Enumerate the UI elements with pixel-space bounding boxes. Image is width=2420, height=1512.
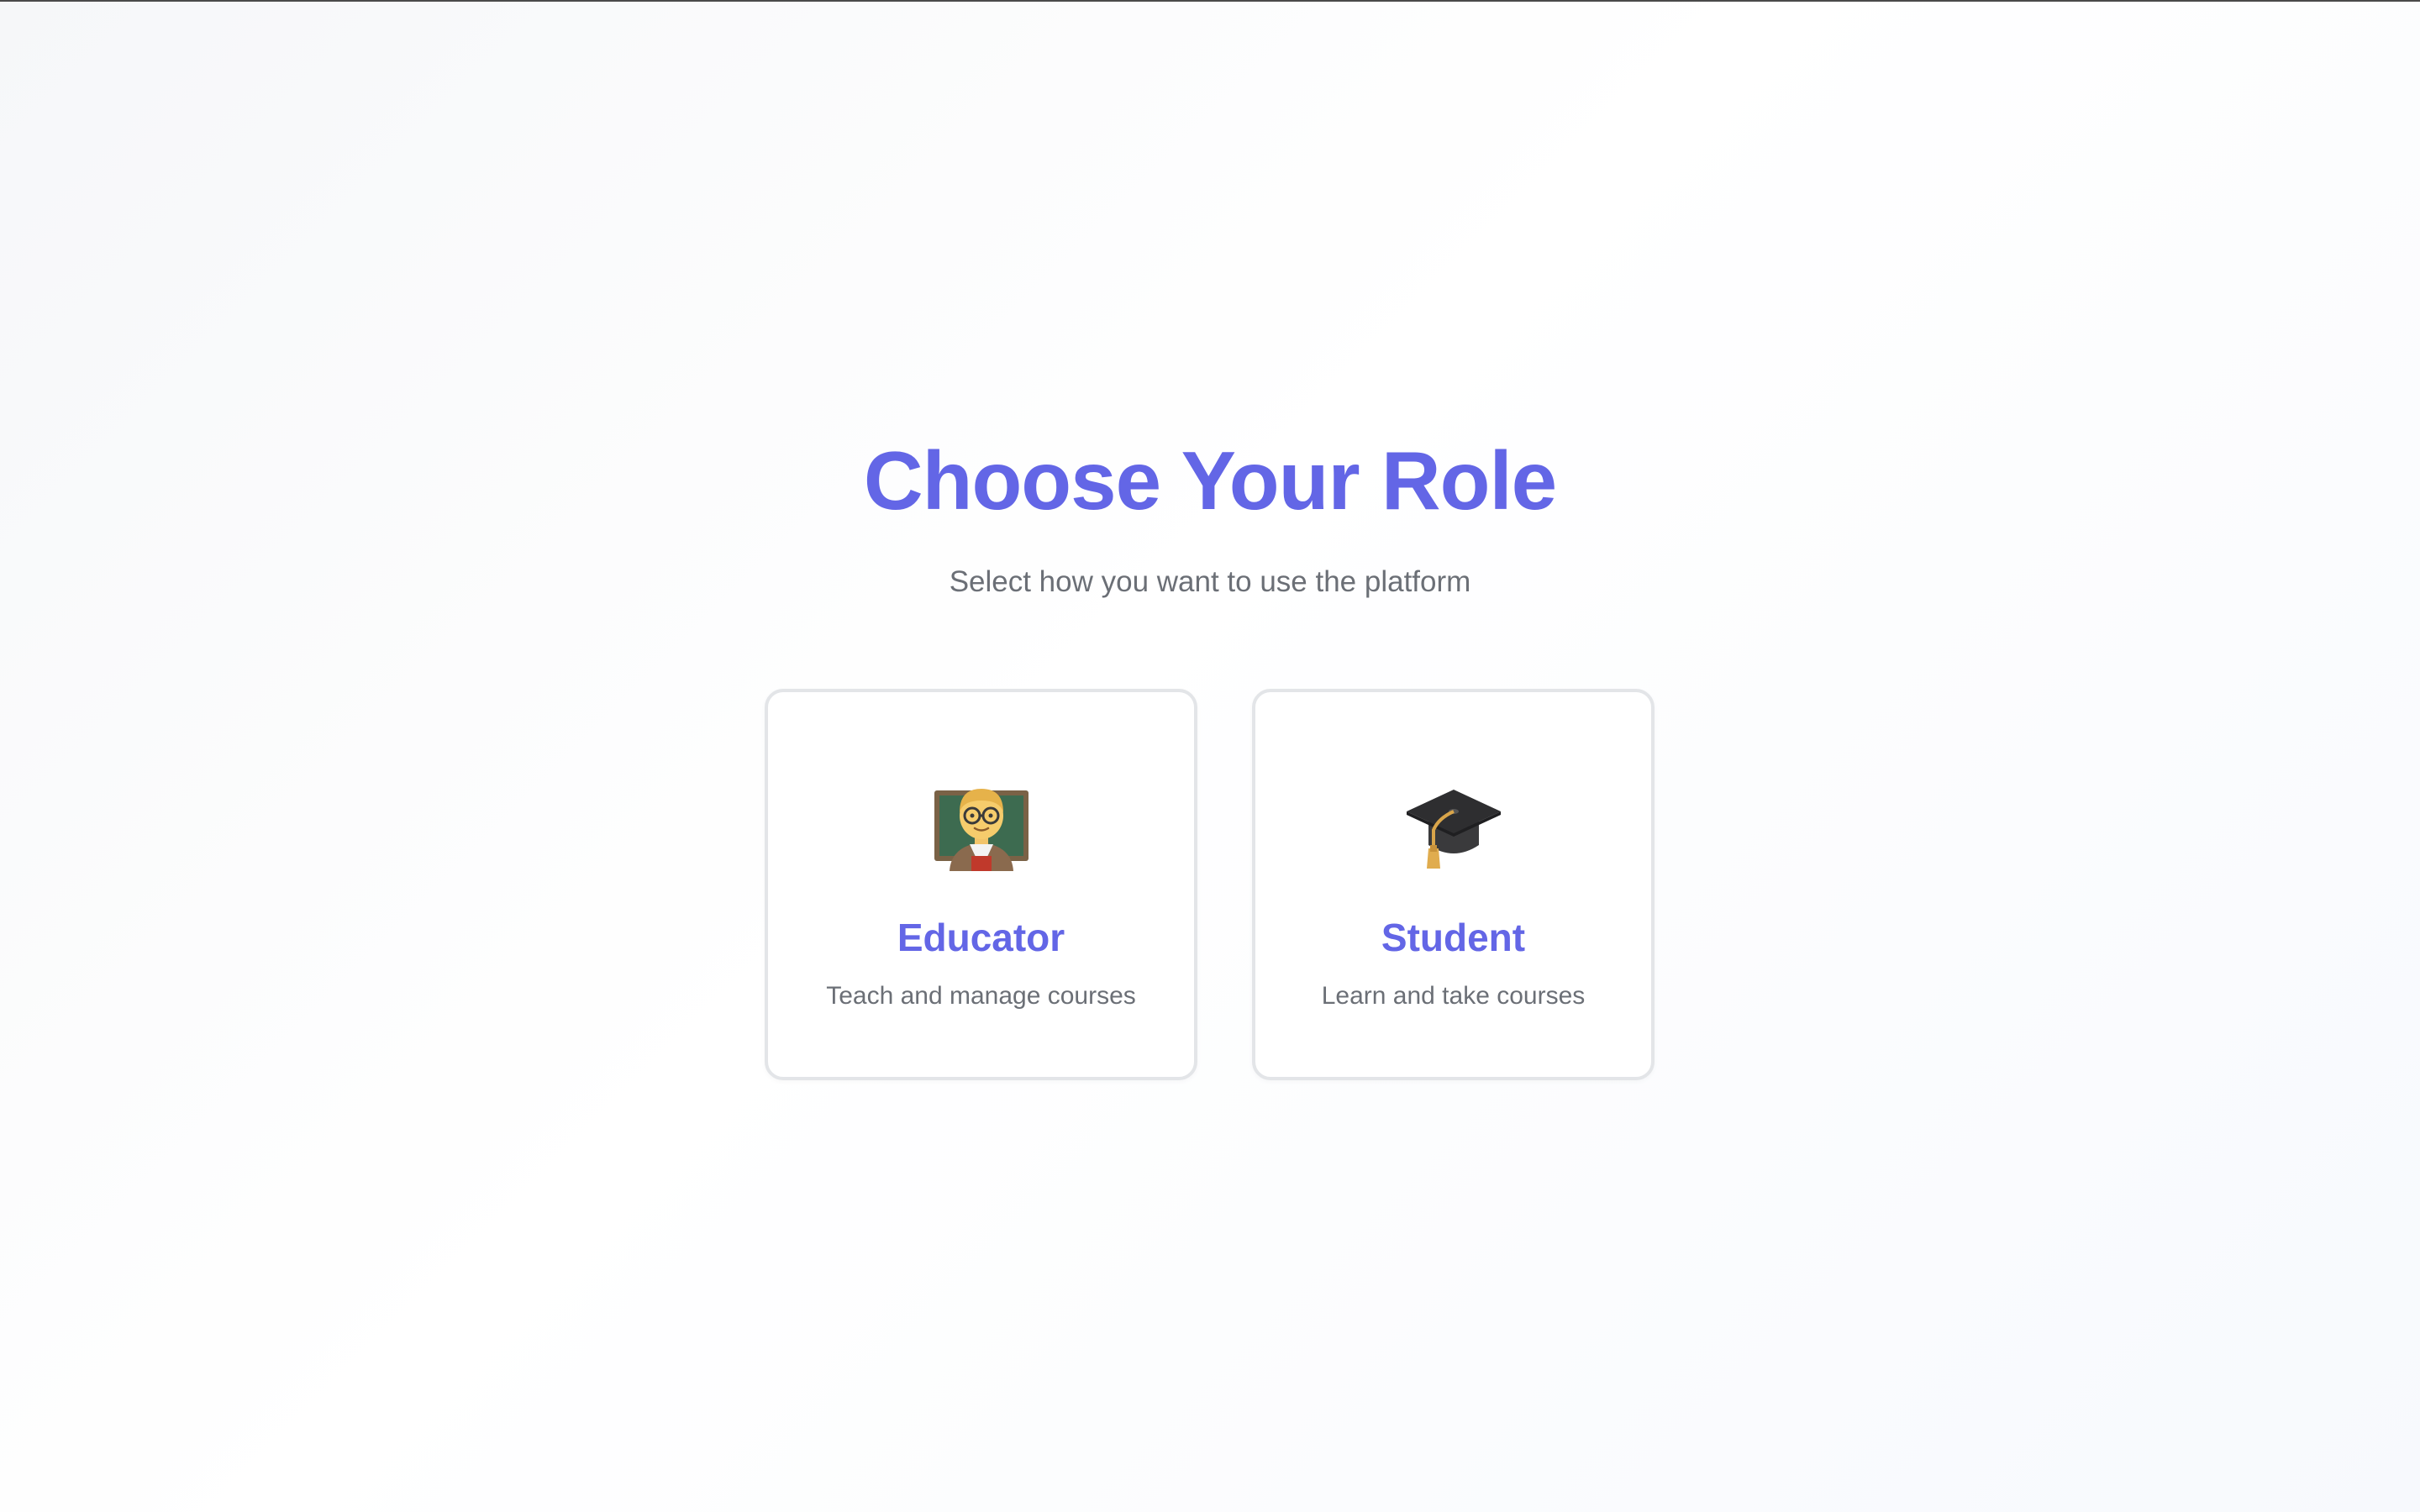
student-label: Student (1381, 916, 1526, 959)
graduation-cap-icon (1255, 773, 1651, 874)
educator-label: Educator (897, 916, 1065, 959)
educator-role-card[interactable]: Educator Teach and manage courses (765, 689, 1197, 1080)
page-title: Choose Your Role (863, 434, 1557, 527)
student-description: Learn and take courses (1321, 982, 1586, 1010)
student-role-card[interactable]: Student Learn and take courses (1252, 689, 1655, 1080)
page-subtitle: Select how you want to use the platform (949, 565, 1471, 598)
role-selection-page: Choose Your Role Select how you want to … (0, 0, 2420, 1512)
educator-description: Teach and manage courses (826, 982, 1136, 1010)
teacher-icon (768, 773, 1194, 874)
